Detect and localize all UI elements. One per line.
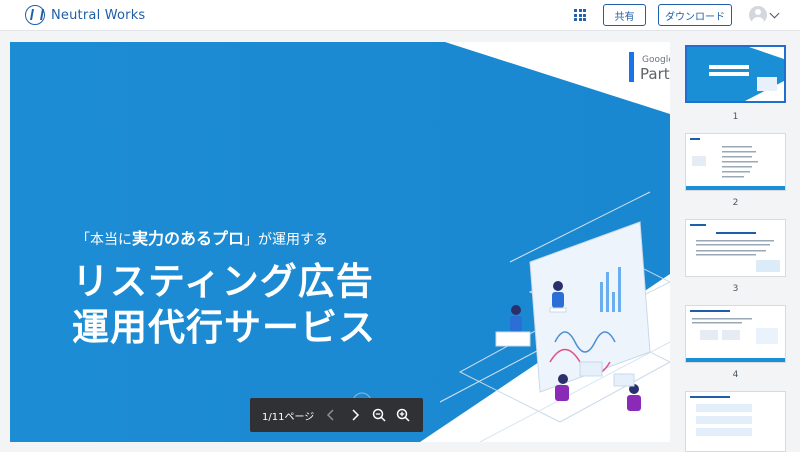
account-menu[interactable] xyxy=(749,6,780,24)
prev-page-icon[interactable] xyxy=(319,403,343,427)
thumbnail-sidebar: 1 2 3 4 xyxy=(678,32,800,452)
thumbnail-1[interactable] xyxy=(685,45,786,103)
thumbnail-number-2: 2 xyxy=(732,198,739,208)
thumbnail-number-1: 1 xyxy=(732,112,739,122)
thumbnail-4[interactable] xyxy=(685,305,786,363)
brand-logo-mark-icon xyxy=(25,5,45,25)
google-partner-badge: Google Part xyxy=(629,52,670,84)
brand-name: Neutral Works xyxy=(51,7,146,23)
chevron-down-icon xyxy=(769,8,780,18)
download-button[interactable]: ダウンロード xyxy=(658,4,732,26)
brand-logo[interactable]: Neutral Works xyxy=(25,5,145,25)
thumbnail-number-3: 3 xyxy=(732,284,739,294)
next-page-icon[interactable] xyxy=(343,403,367,427)
thumbnail-number-4: 4 xyxy=(732,370,739,380)
apps-grid-icon[interactable] xyxy=(574,9,586,21)
top-bar: Neutral Works 共有 ダウンロード xyxy=(0,0,800,31)
thumbnail-5[interactable] xyxy=(685,391,786,452)
zoom-in-icon[interactable] xyxy=(391,403,415,427)
thumbnail-2[interactable] xyxy=(685,133,786,191)
sidebar-scrollbar[interactable] xyxy=(114,32,120,452)
thumbnail-3[interactable] xyxy=(685,219,786,277)
share-button[interactable]: 共有 xyxy=(603,4,646,26)
viewer-controls: 1/11ページ xyxy=(250,398,423,432)
avatar xyxy=(749,6,767,24)
slide-viewer: 「本当に実力のあるプロ」が運用する リスティング広告 運用代行サービス Goog… xyxy=(10,42,670,442)
zoom-out-icon[interactable] xyxy=(367,403,391,427)
page-indicator: 1/11ページ xyxy=(262,411,315,423)
